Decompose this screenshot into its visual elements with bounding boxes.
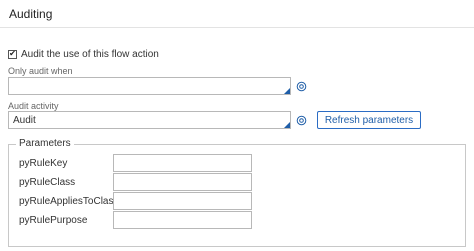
- target-icon[interactable]: [296, 81, 307, 92]
- param-row-pyrulekey: pyRuleKey: [19, 154, 252, 172]
- only-audit-when-input[interactable]: [8, 77, 291, 95]
- param-input[interactable]: [113, 173, 252, 191]
- target-icon[interactable]: [296, 115, 307, 126]
- parameters-legend: Parameters: [16, 138, 74, 149]
- param-row-pyruleappliestoclass: pyRuleAppliesToClass: [19, 192, 252, 210]
- param-row-pyrulepurpose: pyRulePurpose: [19, 211, 252, 229]
- param-label: pyRuleAppliesToClass: [19, 195, 119, 207]
- refresh-parameters-button[interactable]: Refresh parameters: [317, 111, 421, 129]
- audit-activity-label: Audit activity: [8, 101, 59, 111]
- param-input[interactable]: [113, 211, 252, 229]
- audit-activity-value: Audit: [13, 114, 36, 126]
- param-label: pyRuleClass: [19, 176, 76, 188]
- dropdown-corner-icon: [284, 122, 290, 128]
- auditing-panel: Auditing ✔ Audit the use of this flow ac…: [0, 0, 474, 251]
- parameters-fieldset: Parameters pyRuleKey pyRuleClass pyRuleA…: [8, 138, 466, 247]
- param-input[interactable]: [113, 154, 252, 172]
- audit-checkbox-row[interactable]: ✔ Audit the use of this flow action: [8, 48, 159, 60]
- title-divider: [0, 27, 474, 28]
- param-row-pyruleclass: pyRuleClass: [19, 173, 252, 191]
- param-label: pyRuleKey: [19, 157, 68, 169]
- dropdown-corner-icon: [284, 88, 290, 94]
- audit-checkbox-label: Audit the use of this flow action: [21, 48, 159, 60]
- audit-checkbox[interactable]: ✔: [8, 49, 17, 59]
- checkmark-icon: ✔: [9, 49, 16, 58]
- param-label: pyRulePurpose: [19, 214, 88, 226]
- param-input[interactable]: [113, 192, 252, 210]
- section-title: Auditing: [9, 7, 53, 21]
- only-audit-when-label: Only audit when: [8, 66, 73, 76]
- audit-activity-input[interactable]: Audit: [8, 111, 291, 129]
